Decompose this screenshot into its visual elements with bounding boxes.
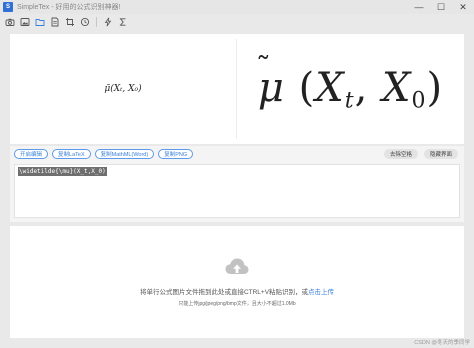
sigma-icon[interactable] xyxy=(117,16,129,28)
upload-instruction-text: 将单行公式图片文件拖到此处或直接CTRL+V粘贴识别，或 xyxy=(139,289,309,296)
right-button-row: 去除空格 隐藏界面 xyxy=(383,149,458,159)
lightning-icon[interactable] xyxy=(102,16,114,28)
cloud-upload-icon xyxy=(225,258,249,274)
window-title: SimpleTex - 好用的公式识别神器! xyxy=(17,4,121,11)
rendered-formula-small: μ̃(Xₜ, X₀) xyxy=(104,84,142,94)
copy-mathml-button[interactable]: 复制MathML(Word) xyxy=(94,149,155,159)
copy-latex-button[interactable]: 复制LaTeX xyxy=(52,149,91,159)
formula-paren-open: ( xyxy=(298,64,316,111)
formula-comma: , xyxy=(354,64,369,111)
camera-icon[interactable] xyxy=(4,16,16,28)
formula-tilde-mu: ˜ μ xyxy=(256,51,285,111)
folder-icon[interactable] xyxy=(34,16,46,28)
rendered-formula-large: ˜ μ (Xt, X0) xyxy=(256,51,444,114)
rendered-formula-small-area: μ̃(Xₜ, X₀) xyxy=(10,34,236,144)
toolbar-separator xyxy=(96,17,97,27)
upload-drop-zone[interactable]: 将单行公式图片文件拖到此处或直接CTRL+V粘贴识别，或点击上传 只能上传jpg… xyxy=(10,226,464,338)
copy-button-row: 开启编辑 复制LaTeX 复制MathML(Word) 复制PNG xyxy=(14,149,194,159)
formula-x-0: X xyxy=(382,64,412,111)
upload-file-note: 只能上传jpg/jpeg/png/bmp文件，且大小不超过1.0Mb xyxy=(178,301,296,307)
remove-spaces-button[interactable]: 去除空格 xyxy=(383,149,418,159)
hide-ui-button[interactable]: 隐藏界面 xyxy=(423,149,458,159)
close-button[interactable]: ✕ xyxy=(452,0,474,14)
watermark-text: CSDN @冬天的季同学 xyxy=(414,340,470,346)
history-icon[interactable] xyxy=(79,16,91,28)
image-icon[interactable] xyxy=(19,16,31,28)
formula-subscript-0: 0 xyxy=(411,88,427,114)
maximize-button[interactable]: ☐ xyxy=(430,0,452,14)
upload-instruction: 将单行公式图片文件拖到此处或直接CTRL+V粘贴识别，或点击上传 xyxy=(140,286,334,296)
enable-edit-button[interactable]: 开启编辑 xyxy=(14,149,49,159)
minimize-button[interactable]: — xyxy=(408,0,430,14)
latex-actions-panel: 开启编辑 复制LaTeX 复制MathML(Word) 复制PNG 去除空格 隐… xyxy=(10,146,464,222)
formula-subscript-t: t xyxy=(344,88,355,114)
formula-x-t: X xyxy=(315,64,345,111)
toolbar xyxy=(0,14,474,30)
document-icon[interactable] xyxy=(49,16,61,28)
latex-editor[interactable]: \widetilde{\mu}(X_t,X_0) xyxy=(14,164,460,218)
copy-png-button[interactable]: 复制PNG xyxy=(158,149,194,159)
formula-tilde: ˜ xyxy=(255,50,272,86)
latex-code-text[interactable]: \widetilde{\mu}(X_t,X_0) xyxy=(18,167,107,176)
formula-preview-panel: μ̃(Xₜ, X₀) ˜ μ (Xt, X0) xyxy=(10,34,464,144)
click-upload-link[interactable]: 点击上传 xyxy=(308,289,334,296)
title-bar: S SimpleTex - 好用的公式识别神器! — ☐ ✕ xyxy=(0,0,474,14)
app-logo: S xyxy=(3,2,13,12)
formula-paren-close: ) xyxy=(426,64,444,111)
window-controls: — ☐ ✕ xyxy=(408,0,474,14)
rendered-formula-large-area: ˜ μ (Xt, X0) xyxy=(237,34,464,144)
crop-icon[interactable] xyxy=(64,16,76,28)
